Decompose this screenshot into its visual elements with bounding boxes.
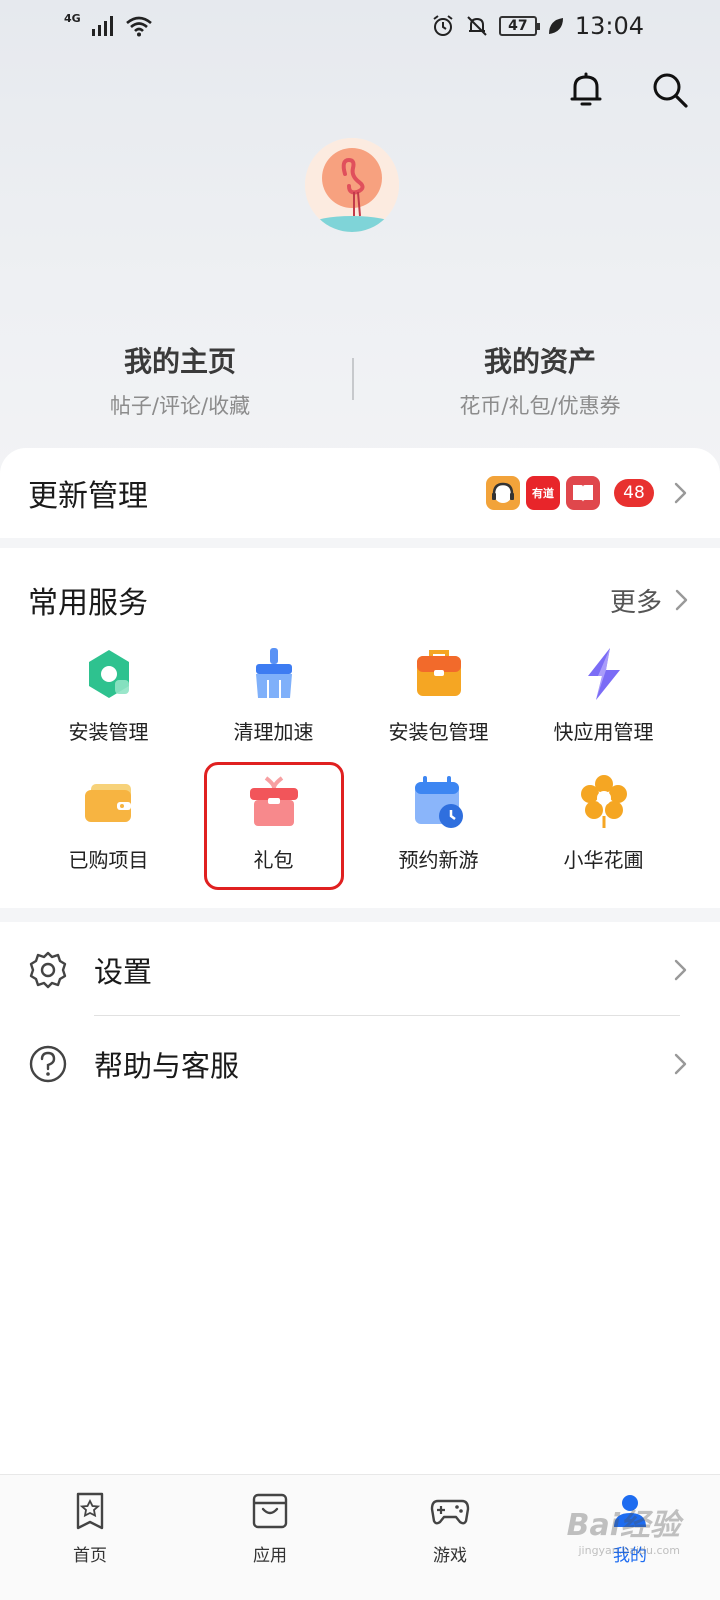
calendar-clock-icon <box>414 776 463 828</box>
home-star-icon <box>76 1492 104 1530</box>
flower-icon <box>580 775 627 828</box>
headphone-face-icon <box>492 482 514 503</box>
settings-row[interactable]: 设置 <box>0 924 720 1016</box>
notification-button[interactable] <box>564 68 608 112</box>
gear-icon <box>29 951 67 989</box>
more-services-link[interactable]: 更多 <box>610 582 692 619</box>
install-manage-icon <box>88 650 129 698</box>
watermark-sub: jingyan.baidu.com <box>578 1544 680 1557</box>
chevron-right-icon <box>675 589 688 611</box>
service-xiaohua-garden[interactable]: 小华花圃 <box>521 768 686 896</box>
gamepad-icon <box>430 1499 470 1525</box>
service-install-management[interactable]: 安装管理 <box>26 640 191 768</box>
wifi-icon <box>125 16 152 37</box>
my-assets-title: 我的资产 <box>483 345 596 378</box>
alarm-icon <box>433 15 453 36</box>
update-app-thumb-2: 有道 <box>526 476 560 510</box>
service-label: 预约新游 <box>398 848 479 872</box>
service-reserve-new-games[interactable]: 预约新游 <box>356 768 521 896</box>
clock: 13:04 <box>574 12 644 40</box>
baidu-jingyan-watermark: Bai经验 jingyan.baidu.com <box>567 1500 680 1557</box>
update-app-thumb-3 <box>566 476 600 510</box>
service-label: 安装管理 <box>68 720 149 744</box>
help-question-icon <box>29 1045 67 1083</box>
chevron-right-icon <box>674 482 687 504</box>
help-service-label: 帮助与客服 <box>94 1049 240 1083</box>
update-app-thumb-1 <box>486 476 520 510</box>
service-purchased-items[interactable]: 已购项目 <box>26 768 191 896</box>
my-homepage-title: 我的主页 <box>123 345 236 378</box>
network-type: 4G <box>64 11 81 25</box>
services-grid: 安装管理 清理加速 安装包管理 快应用管理 已购项目 礼包 预约新游 小华花圃 <box>26 640 686 896</box>
service-label: 快应用管理 <box>553 720 654 744</box>
status-bar: 4G 47 13:04 <box>0 0 720 52</box>
service-label: 已购项目 <box>68 848 149 872</box>
status-left: 4G <box>64 11 153 37</box>
bell-icon <box>570 72 602 106</box>
service-clean-speedup[interactable]: 清理加速 <box>191 640 356 768</box>
service-package-management[interactable]: 安装包管理 <box>356 640 521 768</box>
tab-apps-label: 应用 <box>253 1546 287 1566</box>
avatar[interactable] <box>305 138 399 232</box>
tab-apps[interactable]: 应用 <box>180 1475 360 1600</box>
my-homepage-link[interactable]: 我的主页 帖子/评论/收藏 <box>0 340 360 420</box>
clean-brush-icon <box>255 648 292 698</box>
settings-list: 设置 帮助与客服 <box>0 922 720 1482</box>
profile-links: 我的主页 帖子/评论/收藏 我的资产 花币/礼包/优惠券 <box>0 340 720 420</box>
wallet-icon <box>84 784 131 822</box>
mute-bell-icon <box>467 16 487 36</box>
services-title: 常用服务 <box>28 586 148 621</box>
list-divider <box>94 1015 680 1016</box>
service-label: 清理加速 <box>233 720 314 744</box>
apps-bag-icon <box>252 1493 288 1529</box>
book-icon <box>573 485 593 502</box>
update-management-row[interactable]: 更新管理 有道 48 <box>0 448 720 538</box>
battery-indicator: 47 <box>498 16 540 36</box>
settings-label: 设置 <box>94 955 153 989</box>
services-header: 常用服务 更多 <box>28 578 692 622</box>
more-label: 更多 <box>609 587 662 618</box>
package-bag-icon <box>416 650 461 696</box>
header-actions <box>564 68 692 112</box>
tab-games-label: 游戏 <box>433 1546 467 1566</box>
search-button[interactable] <box>648 68 692 112</box>
update-management-title: 更新管理 <box>28 479 148 514</box>
service-label: 安装包管理 <box>388 720 489 744</box>
my-assets-link[interactable]: 我的资产 花币/礼包/优惠券 <box>360 340 720 420</box>
common-services-card: 常用服务 更多 安装管理 清理加速 安装包管理 快应用管理 已购项目 礼包 预约… <box>0 548 720 908</box>
update-count-badge: 48 <box>614 479 654 507</box>
my-homepage-subtitle: 帖子/评论/收藏 <box>109 394 251 418</box>
flamingo-avatar-image <box>305 138 399 232</box>
my-assets-subtitle: 花币/礼包/优惠券 <box>459 394 621 418</box>
status-right: 47 13:04 <box>431 12 644 40</box>
tab-home[interactable]: 首页 <box>0 1475 180 1600</box>
leaf-icon <box>548 18 563 34</box>
gift-pack-highlight-box <box>204 762 344 890</box>
quick-app-lightning-icon <box>587 648 620 700</box>
search-icon <box>653 73 688 108</box>
divider <box>352 358 354 400</box>
signal-icon <box>91 16 113 36</box>
help-service-row[interactable]: 帮助与客服 <box>0 1018 720 1110</box>
chevron-right-icon <box>674 1053 687 1075</box>
service-quick-app-management[interactable]: 快应用管理 <box>521 640 686 768</box>
tab-games[interactable]: 游戏 <box>360 1475 540 1600</box>
watermark-text: Bai经验 <box>566 1508 680 1543</box>
chevron-right-icon <box>674 959 687 981</box>
service-label: 小华花圃 <box>563 848 644 872</box>
tab-home-label: 首页 <box>73 1546 107 1566</box>
